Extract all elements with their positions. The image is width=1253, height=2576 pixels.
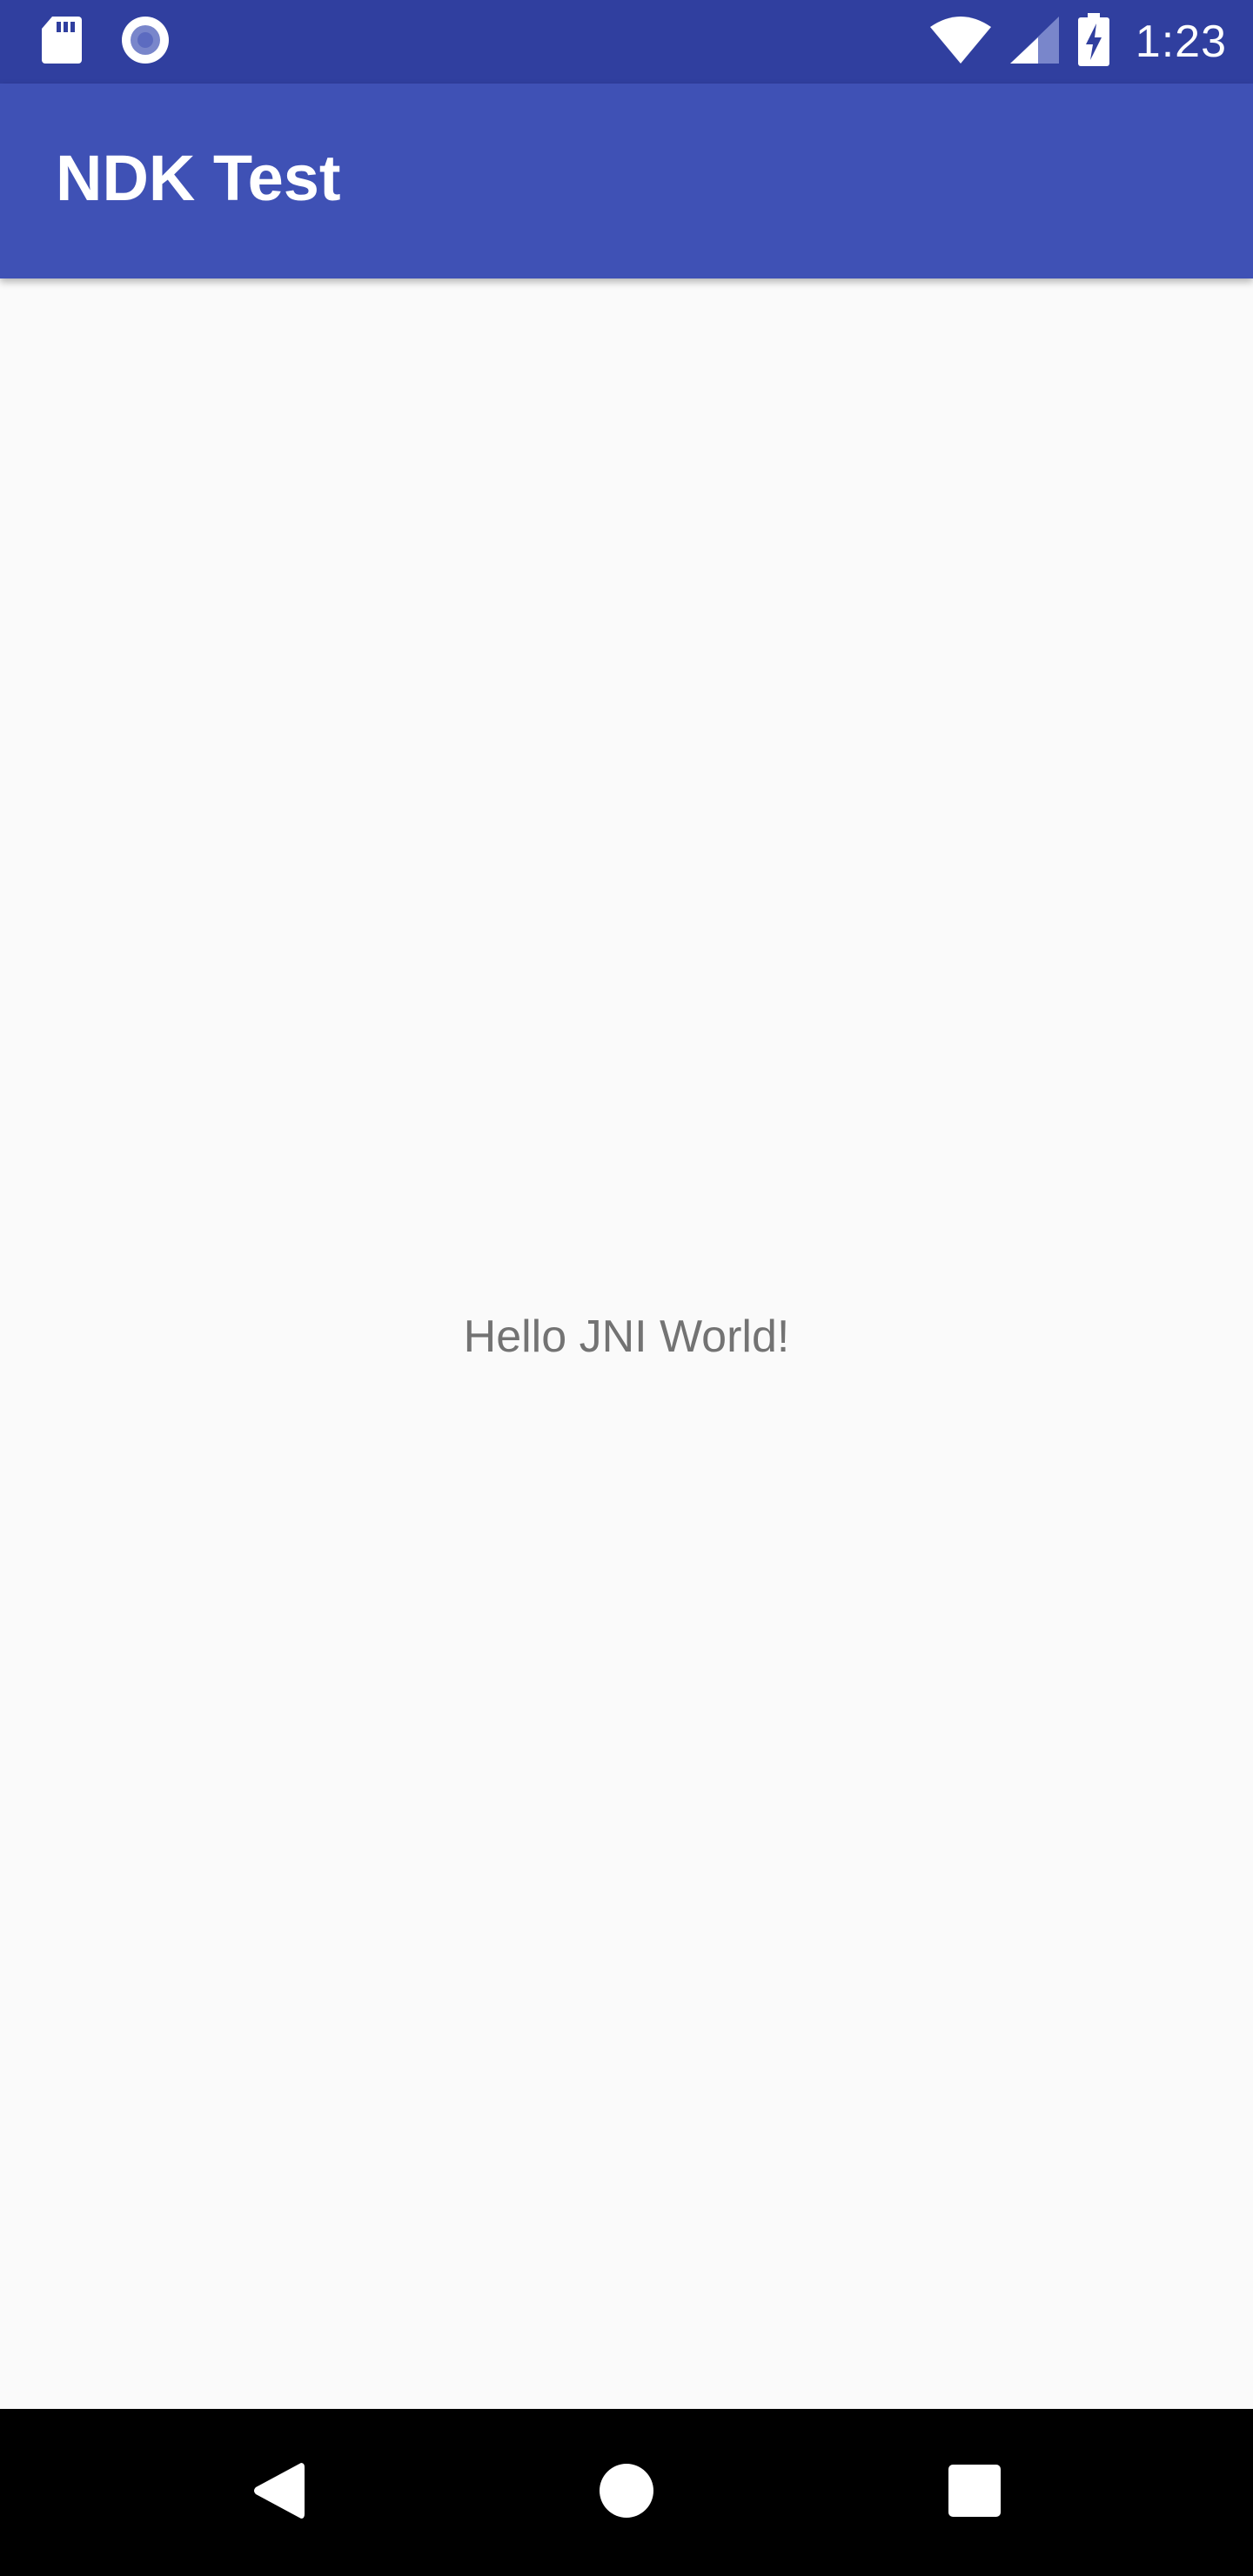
status-bar: 1:23 (0, 0, 1253, 84)
navigation-bar (0, 2409, 1253, 2576)
main-content: Hello JNI World! (0, 278, 1253, 2409)
app-title: NDK Test (56, 142, 341, 214)
recents-button[interactable] (888, 2409, 1062, 2576)
record-icon (120, 15, 171, 70)
back-button[interactable] (191, 2409, 365, 2576)
app-bar: NDK Test (0, 84, 1253, 278)
back-icon (251, 2459, 306, 2526)
status-left-icons (40, 16, 171, 68)
recents-icon (948, 2464, 1002, 2522)
status-right-icons: 1:23 (928, 12, 1227, 71)
battery-charging-icon (1076, 12, 1111, 71)
status-time: 1:23 (1135, 17, 1227, 67)
hello-message: Hello JNI World! (463, 1311, 790, 1362)
home-button[interactable] (539, 2409, 714, 2576)
app-screen: 1:23 NDK Test Hello JNI World! (0, 0, 1253, 2576)
cell-signal-icon (1008, 15, 1061, 70)
sd-card-icon (40, 15, 82, 70)
wifi-icon (928, 15, 993, 70)
home-icon (599, 2463, 654, 2523)
